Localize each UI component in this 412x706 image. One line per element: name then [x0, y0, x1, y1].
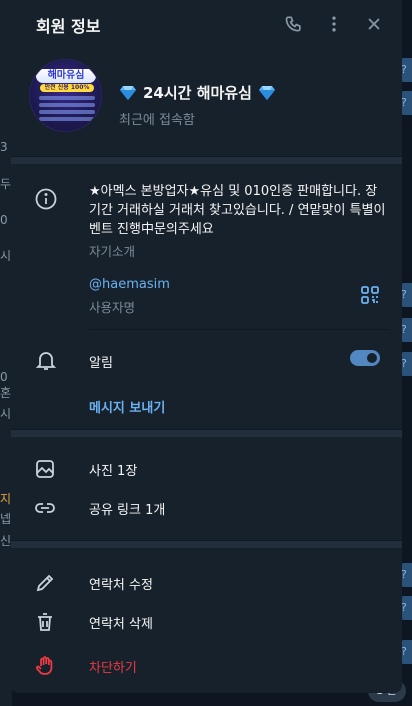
- edit-contact-label: 연락처 수정: [89, 578, 153, 593]
- trash-icon: [38, 613, 52, 631]
- photos-label: 사진 1장: [89, 464, 138, 479]
- bell-icon: [33, 347, 59, 373]
- media-section: 사진 1장 공유 링크 1개: [11, 437, 402, 540]
- avatar-tagline: 안전 신용 100%: [40, 84, 94, 92]
- hand-block-icon: [35, 656, 53, 675]
- qr-code-icon[interactable]: [357, 282, 383, 308]
- block-user-row[interactable]: 차단하기: [11, 646, 402, 686]
- contact-actions-section: 연락처 수정 연락처 삭제 차단하기: [11, 548, 402, 688]
- user-info-panel: 회원 정보 해마유심 안전 신용 100% 24시간 해마유심 최근에 접속함 …: [11, 0, 402, 693]
- notifications-label: 알림: [89, 356, 113, 371]
- avatar-detail-lines: [39, 96, 95, 124]
- info-icon: [33, 186, 59, 212]
- shared-links-label: 공유 링크 1개: [89, 503, 166, 518]
- toggle-knob: [365, 351, 379, 365]
- send-message-button[interactable]: 메시지 보내기: [89, 397, 165, 416]
- profile-name: 24시간 해마유심: [143, 84, 252, 102]
- username-label: 사용자명: [89, 300, 136, 315]
- more-vertical-icon[interactable]: [322, 12, 346, 36]
- panel-title: 회원 정보: [36, 17, 101, 36]
- section-divider: [11, 156, 402, 164]
- username-link[interactable]: @haemasim: [89, 277, 170, 292]
- gem-icon: [119, 85, 137, 101]
- bio-label: 자기소개: [89, 244, 136, 259]
- section-divider: [11, 540, 402, 548]
- last-seen-status: 최근에 접속함: [119, 113, 195, 128]
- phone-icon[interactable]: [282, 12, 306, 36]
- gem-icon: [258, 85, 276, 101]
- shared-links-row[interactable]: 공유 링크 1개: [11, 488, 402, 528]
- photos-row[interactable]: 사진 1장: [11, 449, 402, 489]
- info-section: ★아멕스 본방업자★유심 및 010인증 판매합니다. 장기간 거래하실 거래처…: [11, 164, 402, 429]
- bio-text[interactable]: ★아멕스 본방업자★유심 및 010인증 판매합니다. 장기간 거래하실 거래처…: [89, 182, 389, 239]
- edit-contact-row[interactable]: 연락처 수정: [11, 563, 402, 603]
- photo-icon: [36, 460, 54, 478]
- section-divider: [11, 429, 402, 437]
- block-user-label: 차단하기: [89, 661, 137, 676]
- delete-contact-label: 연락처 삭제: [89, 617, 153, 632]
- info-inner-separator: [89, 329, 390, 330]
- pencil-icon: [36, 574, 54, 592]
- avatar[interactable]: 해마유심 안전 신용 100%: [29, 59, 102, 132]
- panel-header: 회원 정보: [11, 0, 402, 48]
- delete-contact-row[interactable]: 연락처 삭제: [11, 602, 402, 642]
- profile-name-row: 24시간 해마유심: [119, 82, 276, 103]
- link-icon: [35, 503, 55, 513]
- notifications-toggle[interactable]: [350, 350, 380, 366]
- avatar-logo-text: 해마유심: [36, 69, 96, 83]
- close-icon[interactable]: [362, 12, 386, 36]
- profile-section: 해마유심 안전 신용 100% 24시간 해마유심 최근에 접속함: [11, 48, 402, 156]
